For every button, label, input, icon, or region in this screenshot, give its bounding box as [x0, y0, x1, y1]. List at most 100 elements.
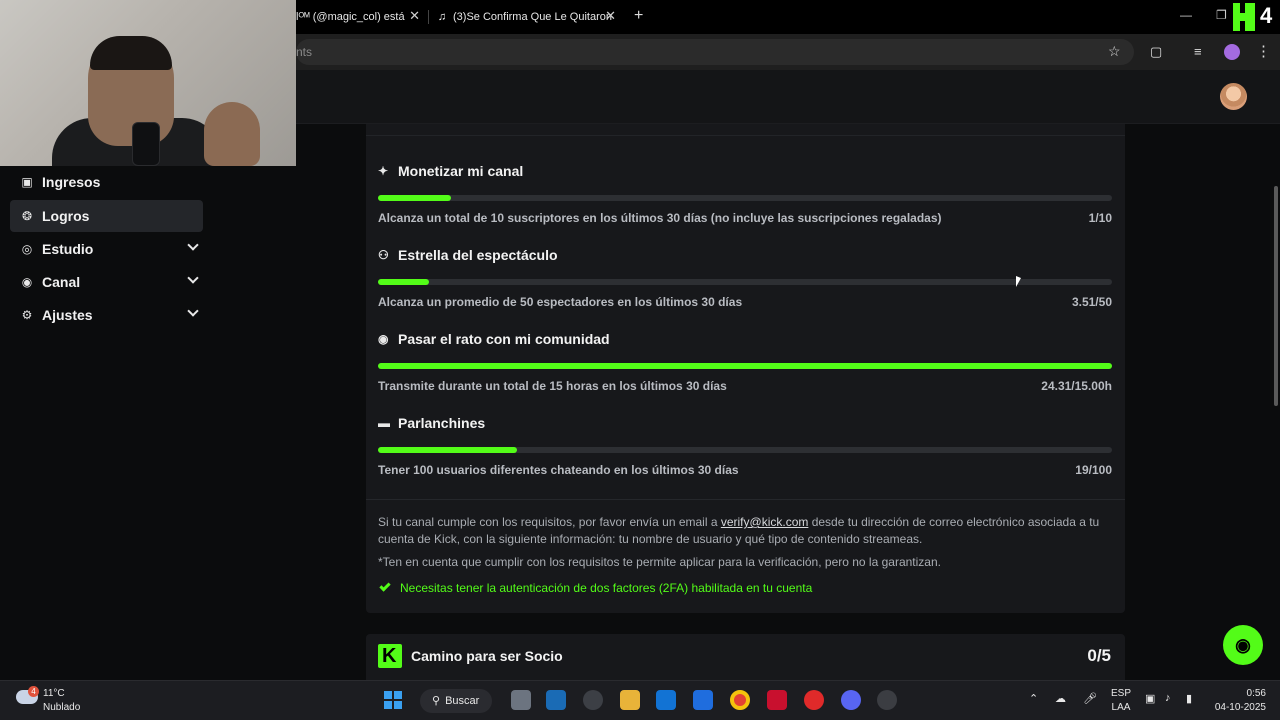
taskbar-search[interactable]: ⚲ Buscar	[420, 689, 492, 713]
verify-email-link[interactable]: verify@kick.com	[721, 515, 809, 529]
goal-requirement: Tener 100 usuarios diferentes chateando …	[378, 463, 1112, 477]
goal-description: Alcanza un promedio de 50 espectadores e…	[378, 295, 743, 309]
sidebar-item-estudio[interactable]: ◎ Estudio	[10, 233, 203, 265]
verification-instructions: Si tu canal cumple con los requisitos, p…	[378, 514, 1112, 548]
goal-title: ✦ Monetizar mi canal	[378, 162, 1112, 180]
headset-icon: ◉	[1235, 634, 1251, 655]
goal-title-text: Parlanchines	[398, 415, 486, 431]
goal-value: 24.31/15.00h	[1041, 379, 1112, 393]
mcafee-icon[interactable]	[767, 690, 787, 710]
new-tab-button[interactable]: +	[634, 7, 643, 25]
browser-tab[interactable]: ♫ (3)Se Confirma Que Le Quitaron ✕	[436, 6, 616, 28]
goal-requirement: Transmite durante un total de 15 horas e…	[378, 379, 1112, 393]
progress-bar	[378, 279, 1112, 285]
goal-value: 19/100	[1075, 463, 1112, 477]
chevron-down-icon[interactable]	[187, 305, 199, 317]
dashboard-sidebar: ▣ Ingresos ❂ Logros ◎ Estudio ◉ Canal ⚙ …	[0, 166, 214, 680]
page-scrollbar[interactable]	[1274, 186, 1278, 406]
outlook-icon[interactable]	[656, 690, 676, 710]
2fa-requirement: Necesitas tener la autenticación de dos …	[378, 580, 812, 595]
goal-title-text: Pasar el rato con mi comunidad	[398, 331, 610, 347]
sidebar-item-label: Ingresos	[42, 174, 101, 190]
keyboard-layout[interactable]: LAA	[1110, 702, 1132, 713]
goal-description: Transmite durante un total de 15 horas e…	[378, 379, 727, 393]
partner-path-title: Camino para ser Socio	[411, 648, 563, 664]
weather-badge: 4	[28, 686, 39, 697]
instructions-text: Si tu canal cumple con los requisitos, p…	[378, 515, 721, 529]
goal-show-star: ⚇ Estrella del espectáculo Alcanza un pr…	[378, 246, 1112, 309]
address-text: nts	[296, 45, 313, 59]
task-view-icon[interactable]	[511, 690, 531, 710]
user-avatar[interactable]	[1220, 83, 1247, 110]
windows-start-icon[interactable]	[384, 691, 402, 709]
sidebar-item-ajustes[interactable]: ⚙ Ajustes	[10, 299, 203, 331]
divider	[366, 499, 1125, 500]
onedrive-icon[interactable]: ☁	[1055, 692, 1066, 705]
channel-icon: ◉	[21, 275, 33, 289]
restore-icon[interactable]: ❐	[1216, 8, 1227, 22]
sidebar-item-canal[interactable]: ◉ Canal	[10, 266, 203, 298]
partner-path-card[interactable]: K Camino para ser Socio 0/5	[366, 634, 1125, 680]
app-icon[interactable]	[583, 690, 603, 710]
goal-community-time: ◉ Pasar el rato con mi comunidad Transmi…	[378, 330, 1112, 393]
media-app-icon[interactable]	[804, 690, 824, 710]
goal-requirement: Alcanza un total de 10 suscriptores en l…	[378, 211, 1112, 225]
gear-icon: ⚙	[21, 308, 33, 322]
webcam-overlay	[0, 0, 296, 166]
battery-icon[interactable]: ▮	[1186, 692, 1192, 705]
file-explorer-icon[interactable]	[620, 690, 640, 710]
divider	[366, 135, 1125, 136]
clock-time[interactable]: 0:56	[1210, 688, 1266, 699]
tab-divider	[428, 10, 429, 24]
browser-tab[interactable]: lᴼᴹ (@magic_col) está ✕	[296, 6, 420, 28]
app-icon[interactable]	[877, 690, 897, 710]
weather-temperature[interactable]: 11°C	[43, 688, 65, 699]
goal-chatters: ▬ Parlanchines Tener 100 usuarios difere…	[378, 414, 1112, 477]
editor-icon[interactable]	[693, 690, 713, 710]
verification-note: *Ten en cuenta que cumplir con los requi…	[378, 555, 941, 569]
progress-fill	[378, 447, 518, 453]
volume-icon[interactable]: ♪	[1165, 692, 1171, 704]
media-control-icon[interactable]: ≡	[1194, 44, 1202, 59]
search-label: Buscar	[445, 695, 480, 707]
network-icon[interactable]: ▣	[1145, 692, 1155, 705]
progress-fill	[378, 363, 1112, 369]
sidebar-item-logros[interactable]: ❂ Logros	[10, 200, 203, 232]
sidebar-item-ingresos[interactable]: ▣ Ingresos	[10, 166, 203, 198]
profile-avatar-icon[interactable]	[1224, 44, 1240, 60]
sparkle-icon: ✦	[378, 164, 389, 178]
weather-condition[interactable]: Nublado	[43, 702, 80, 713]
minimize-icon[interactable]: —	[1180, 8, 1192, 22]
language-indicator[interactable]: ESP	[1110, 688, 1132, 699]
progress-bar	[378, 363, 1112, 369]
chevron-down-icon[interactable]	[187, 239, 199, 251]
progress-bar	[378, 447, 1112, 453]
goal-value: 1/10	[1088, 211, 1112, 225]
chevron-down-icon[interactable]	[187, 272, 199, 284]
sidebar-item-label: Canal	[42, 274, 81, 290]
studio-icon: ◎	[21, 242, 33, 256]
address-bar[interactable]: nts	[296, 39, 1134, 65]
viewers-icon: ⚇	[378, 248, 389, 262]
clock-date[interactable]: 04-10-2025	[1206, 702, 1266, 713]
support-chat-button[interactable]: ◉	[1223, 625, 1263, 665]
sidebar-item-label: Ajustes	[42, 307, 93, 323]
bookmark-star-icon[interactable]: ☆	[1108, 43, 1121, 60]
close-tab-icon[interactable]: ✕	[605, 8, 616, 24]
goal-requirement: Alcanza un promedio de 50 espectadores e…	[378, 295, 1112, 309]
extensions-icon[interactable]: ▢	[1150, 44, 1162, 60]
overlay-digit: 4	[1260, 3, 1273, 28]
chevron-up-icon[interactable]: ⌃	[1029, 692, 1038, 705]
sidebar-item-label: Estudio	[42, 241, 94, 257]
microphone-icon[interactable]: 🎤︎	[1083, 692, 1097, 705]
windows-taskbar: 4 11°C Nublado ⚲ Buscar ⌃ ☁ 🎤︎ ESP LAA ▣ …	[0, 680, 1280, 720]
chrome-icon[interactable]	[730, 690, 750, 710]
discord-icon[interactable]	[841, 690, 861, 710]
disney-plus-icon[interactable]	[546, 690, 566, 710]
close-tab-icon[interactable]: ✕	[409, 8, 420, 24]
goal-monetize: ✦ Monetizar mi canal Alcanza un total de…	[378, 162, 1112, 225]
browser-menu-icon[interactable]: ⋮	[1256, 42, 1271, 60]
kick-logo-icon	[1233, 3, 1255, 31]
checkmark-icon	[379, 580, 391, 592]
search-icon: ⚲	[432, 695, 441, 707]
